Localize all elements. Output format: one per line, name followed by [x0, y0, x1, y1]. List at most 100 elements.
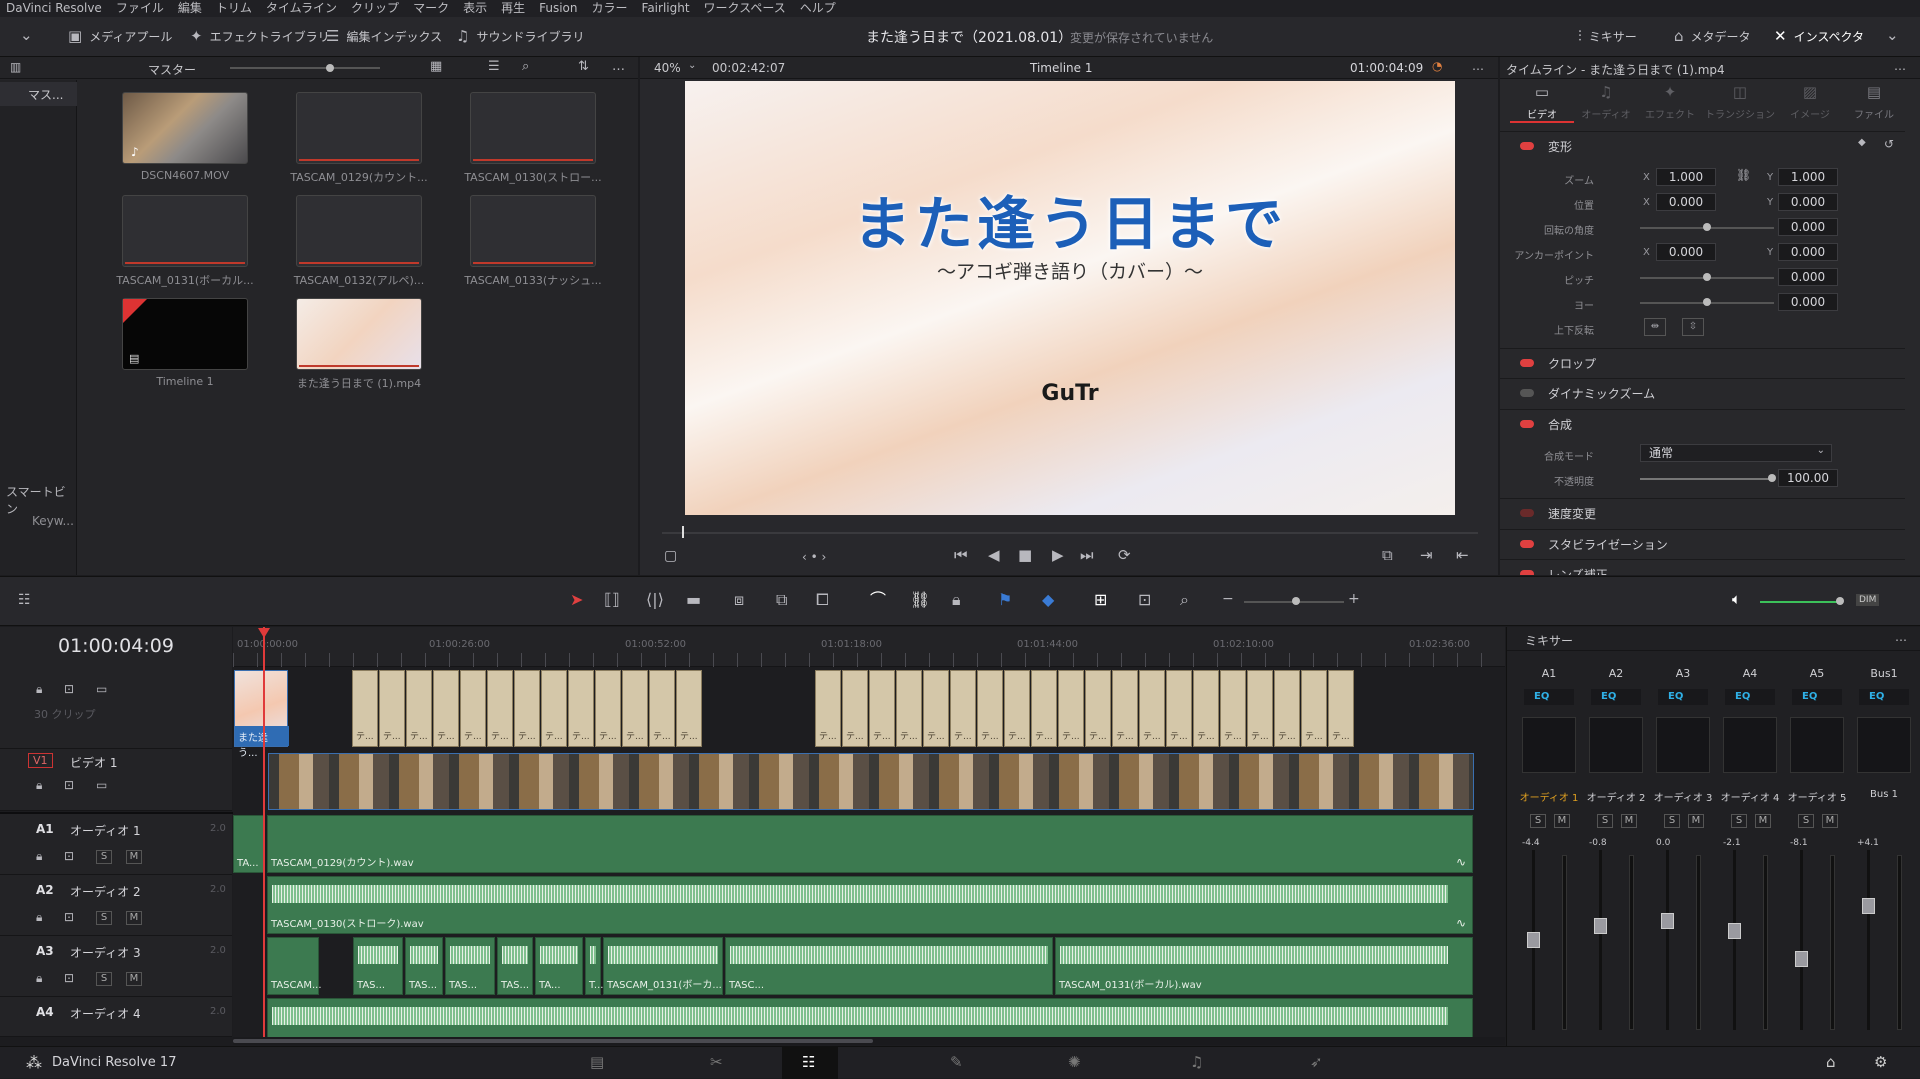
track-visibility-icon[interactable]: ▭ [96, 683, 107, 695]
fader-knob[interactable] [1728, 923, 1741, 939]
dim-button[interactable]: DIM [1856, 594, 1880, 606]
speed-toggle[interactable] [1520, 509, 1534, 517]
auto-select-icon[interactable]: ⊡ [64, 779, 74, 791]
fader-knob[interactable] [1661, 913, 1674, 929]
timeline-view-icon[interactable]: ☷ [18, 593, 31, 607]
home-icon[interactable]: ⌂ [1826, 1055, 1836, 1070]
anchor-y-field[interactable]: 0.000 [1778, 243, 1838, 261]
mute-button[interactable]: M [1822, 814, 1838, 828]
menu-help[interactable]: ヘルプ [800, 0, 836, 17]
next-edit-icon[interactable]: ⇥ [1420, 548, 1433, 563]
zoom-full-icon[interactable]: ⊞ [1094, 592, 1107, 608]
flip-horizontal-icon[interactable]: ⇹ [1644, 318, 1666, 336]
play-reverse-icon[interactable]: ◀ [988, 548, 1000, 563]
timeline-scrollbar[interactable] [233, 1037, 1505, 1045]
collapse-icon[interactable]: ⌄ [20, 28, 33, 43]
pan-control[interactable] [1790, 717, 1844, 773]
clip-thumbnail[interactable]: ♪ [122, 92, 248, 164]
text-clip[interactable]: テ... [1058, 670, 1084, 747]
clip-thumbnail[interactable] [122, 195, 248, 267]
text-clip[interactable]: テ... [950, 670, 976, 747]
tab-file[interactable]: ▤ ファイル [1842, 85, 1906, 122]
insert-clip-icon[interactable]: ⧈ [734, 592, 744, 608]
text-clip[interactable]: テ... [1031, 670, 1057, 747]
linked-selection-icon[interactable]: ⛓ [910, 592, 930, 608]
menu-app[interactable]: DaVinci Resolve [6, 0, 102, 17]
video-frame[interactable]: また逢う日まで ～アコギ弾き語り（カバー）～ GuTr [685, 81, 1455, 515]
inspector-button[interactable]: ✕ インスペクタ [1774, 28, 1864, 45]
menu-playback[interactable]: 再生 [501, 0, 525, 17]
fairlight-page-icon[interactable]: ♫ [1190, 1055, 1203, 1070]
menu-fusion[interactable]: Fusion [539, 0, 577, 17]
solo-button[interactable]: S [1731, 814, 1747, 828]
blend-mode-select[interactable]: 通常 ⌄ [1640, 444, 1832, 462]
fusion-page-icon[interactable]: ✎ [950, 1055, 963, 1070]
volume-icon[interactable]: 🔈︎ [1732, 592, 1741, 607]
video-clip[interactable] [268, 753, 1474, 810]
timeline-ruler[interactable]: 01:00:00:00 01:00:26:00 01:00:52:00 01:0… [233, 627, 1505, 667]
audio-clip[interactable]: TASCAM_0131(ボーカ... [603, 937, 723, 995]
search-icon[interactable]: ⌕ [522, 60, 529, 73]
mute-button[interactable]: M [126, 972, 142, 986]
mute-button[interactable]: M [1621, 814, 1637, 828]
mute-button[interactable]: M [1554, 814, 1570, 828]
transform-toggle[interactable] [1520, 142, 1534, 150]
text-clip[interactable]: テ... [1004, 670, 1030, 747]
text-clip[interactable]: テ... [896, 670, 922, 747]
zoom-out-icon[interactable]: − [1222, 592, 1234, 606]
text-clip[interactable]: テ... [595, 670, 621, 747]
audio-clip[interactable]: TASCAM_0130(ストローク).wav ∿ [267, 876, 1473, 934]
tab-image[interactable]: ▨ イメージ [1778, 85, 1842, 122]
crop-section[interactable]: クロップ [1500, 348, 1905, 376]
menu-file[interactable]: ファイル [116, 0, 164, 17]
menu-edit[interactable]: 編集 [178, 0, 202, 17]
fader-knob[interactable] [1527, 932, 1540, 948]
overwrite-clip-icon[interactable]: ⧉ [776, 592, 787, 608]
jog-control-icon[interactable]: ‹ • › [802, 551, 826, 563]
text-clip[interactable]: テ... [514, 670, 540, 747]
tab-transition[interactable]: ◫ トランジション [1702, 85, 1778, 122]
opacity-knob[interactable] [1768, 474, 1776, 482]
clip-thumbnail[interactable] [296, 298, 422, 370]
sound-library-button[interactable]: ♫ サウンドライブラリ [456, 28, 584, 45]
eq-button[interactable]: EQ [1792, 689, 1842, 705]
eq-button[interactable]: EQ [1859, 689, 1909, 705]
text-clip[interactable]: テ... [842, 670, 868, 747]
color-wheel-icon[interactable]: ◔ [1432, 60, 1442, 72]
reset-icon[interactable]: ↺ [1884, 138, 1894, 150]
solo-button[interactable]: S [96, 911, 112, 925]
yaw-field[interactable]: 0.000 [1778, 293, 1838, 311]
yaw-knob[interactable] [1703, 298, 1711, 306]
track-visibility-icon[interactable]: ▭ [96, 779, 107, 791]
grid-view-icon[interactable]: ▦ [430, 60, 442, 73]
text-clip[interactable]: テ... [1166, 670, 1192, 747]
audio-clip[interactable]: TASCAM_0131(ボーカル).wav [1055, 937, 1473, 995]
effects-library-button[interactable]: ✦ エフェクトライブラリ [190, 28, 330, 45]
pan-control[interactable] [1656, 717, 1710, 773]
audio-clip[interactable]: T... [585, 937, 603, 995]
settings-icon[interactable]: ⚙ [1874, 1055, 1887, 1070]
edit-index-button[interactable]: ☰ 編集インデックス [326, 28, 442, 45]
audio-clip[interactable]: TAS... [353, 937, 403, 995]
bin-master[interactable]: マス... [0, 82, 77, 106]
audio-clip[interactable]: TA... [535, 937, 583, 995]
keyframe-icon[interactable]: ◆ [1858, 138, 1866, 148]
clip-thumbnail[interactable] [296, 92, 422, 164]
crop-toggle[interactable] [1520, 359, 1534, 367]
zoom-y-field[interactable]: 1.000 [1778, 168, 1838, 186]
audio-clip[interactable] [267, 998, 1473, 1037]
solo-button[interactable]: S [96, 850, 112, 864]
mute-button[interactable]: M [126, 911, 142, 925]
opacity-field[interactable]: 100.00 [1778, 469, 1838, 487]
zoom-x-field[interactable]: 1.000 [1656, 168, 1716, 186]
timeline-tracks[interactable]: 01:00:00:00 01:00:26:00 01:00:52:00 01:0… [233, 627, 1505, 1037]
zoom-in-icon[interactable]: + [1348, 592, 1360, 606]
text-clip[interactable]: テ... [568, 670, 594, 747]
flag-icon[interactable]: ⚑ [998, 592, 1012, 608]
audio-clip[interactable]: TAS... [405, 937, 443, 995]
text-clip[interactable]: テ... [1085, 670, 1111, 747]
text-clip[interactable]: テ... [1274, 670, 1300, 747]
chevron-down-icon[interactable]: ⌄ [688, 61, 696, 71]
skip-to-end-icon[interactable]: ⏭ [1080, 548, 1094, 563]
media-pool-button[interactable]: ▣ メディアプール [68, 28, 172, 45]
